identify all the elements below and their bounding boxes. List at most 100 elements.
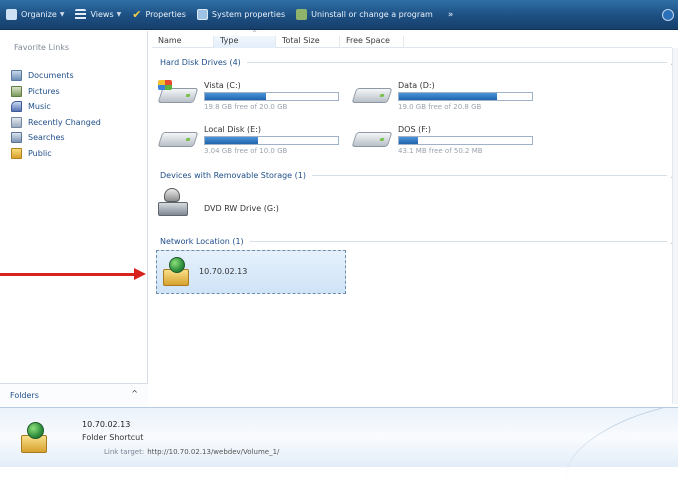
music-icon [11, 101, 22, 113]
arrow-head-icon [134, 268, 146, 280]
organize-button[interactable]: Organize ▼ [6, 9, 64, 20]
sidebar-item-label: Documents [28, 71, 74, 81]
link-target-label: Link target: [104, 448, 145, 456]
drive-free-space: 19.0 GB free of 20.8 GB [398, 103, 482, 111]
system-properties-label: System properties [211, 10, 286, 19]
organize-icon [6, 9, 17, 20]
globe-icon [27, 422, 44, 439]
folders-label: Folders [10, 391, 39, 400]
documents-icon [11, 70, 22, 82]
column-headers: Name Type Total Size Free Space ^ [152, 30, 672, 48]
more-commands-button[interactable]: » [448, 10, 454, 20]
sidebar-item-recently-changed[interactable]: Recently Changed [11, 115, 101, 131]
chevron-down-icon: ▼ [116, 11, 122, 18]
hard-drive-icon [157, 132, 199, 147]
sidebar-item-label: Music [28, 102, 51, 112]
drive-usage-fill [399, 137, 418, 144]
drive-name: Data (D:) [398, 81, 435, 90]
drive-dvd-rw-g[interactable]: DVD RW Drive (G:) [158, 188, 318, 224]
group-title: Devices with Removable Storage (1) [160, 170, 306, 180]
sidebar-item-searches[interactable]: Searches [11, 130, 101, 146]
details-item-type: Folder Shortcut [82, 433, 144, 442]
network-location-item[interactable]: 10.70.02.13 [156, 250, 346, 294]
hard-drive-icon [157, 88, 199, 103]
network-folder-icon [21, 422, 49, 454]
chevron-up-icon: ^ [131, 389, 138, 398]
uninstall-label: Uninstall or change a program [311, 10, 433, 19]
network-folder-icon [163, 257, 191, 287]
uninstall-icon [296, 9, 308, 20]
sidebar-item-documents[interactable]: Documents [11, 68, 101, 84]
drive-usage-bar [204, 92, 339, 101]
group-title: Network Location (1) [160, 236, 244, 246]
views-label: Views [90, 10, 114, 19]
drive-free-space: 43.1 MB free of 50.2 MB [398, 147, 483, 155]
drive-body-icon [158, 202, 188, 216]
system-properties-button[interactable]: System properties [196, 9, 286, 20]
recently-changed-icon [11, 116, 22, 128]
sidebar-item-label: Searches [28, 133, 65, 143]
views-icon [75, 9, 87, 20]
drive-free-space: 19.8 GB free of 20.0 GB [204, 103, 288, 111]
column-header-type[interactable]: Type [214, 36, 276, 48]
windows-logo-icon [158, 80, 172, 90]
hard-drive-icon [351, 132, 393, 147]
drive-name: DVD RW Drive (G:) [204, 204, 279, 213]
group-removable-storage[interactable]: Devices with Removable Storage (1) ▲ [160, 169, 676, 181]
drive-usage-fill [399, 93, 498, 100]
disc-icon [164, 188, 180, 202]
help-icon[interactable] [662, 9, 674, 21]
network-location-name: 10.70.02.13 [199, 267, 248, 276]
drive-vista-c[interactable]: Vista (C:) 19.8 GB free of 20.0 GB [157, 80, 350, 114]
group-network-location[interactable]: Network Location (1) ▲ [160, 235, 676, 247]
column-header-total-size[interactable]: Total Size [276, 36, 340, 48]
group-title: Hard Disk Drives (4) [160, 57, 241, 67]
sidebar-item-label: Recently Changed [28, 117, 101, 127]
sidebar-item-pictures[interactable]: Pictures [11, 84, 101, 100]
vertical-scrollbar[interactable] [672, 48, 678, 404]
command-bar: Organize ▼ Views ▼ ✔ Properties System p… [0, 0, 678, 30]
drive-dos-f[interactable]: DOS (F:) 43.1 MB free of 50.2 MB [351, 124, 544, 158]
drive-usage-fill [205, 93, 267, 100]
drive-usage-fill [205, 137, 259, 144]
folders-toggle[interactable]: Folders ^ [0, 383, 148, 407]
public-icon [11, 147, 22, 159]
details-pane: 10.70.02.13 Folder Shortcut Link target:… [0, 407, 678, 480]
group-divider [311, 174, 668, 176]
globe-icon [169, 257, 185, 273]
uninstall-button[interactable]: Uninstall or change a program [296, 9, 433, 20]
link-target-value: http://10.70.02.13/webdev/Volume_1/ [147, 448, 280, 456]
drive-name: Local Disk (E:) [204, 125, 261, 134]
dvd-drive-icon [158, 188, 190, 220]
properties-label: Properties [145, 10, 186, 19]
pictures-icon [11, 85, 22, 97]
searches-icon [11, 132, 22, 144]
group-hard-disk-drives[interactable]: Hard Disk Drives (4) ▲ [160, 56, 676, 68]
sidebar-item-label: Public [28, 148, 52, 158]
column-header-name[interactable]: Name [152, 36, 214, 48]
drive-name: DOS (F:) [398, 125, 431, 134]
properties-button[interactable]: ✔ Properties [132, 8, 186, 21]
system-properties-icon [196, 9, 208, 20]
drive-data-d[interactable]: Data (D:) 19.0 GB free of 20.8 GB [351, 80, 544, 114]
sort-indicator-icon: ^ [252, 30, 258, 37]
chevron-down-icon: ▼ [59, 11, 65, 18]
drive-usage-bar [398, 92, 533, 101]
drive-local-disk-e[interactable]: Local Disk (E:) 3.04 GB free of 10.0 GB [157, 124, 350, 158]
red-arrow-annotation [0, 268, 148, 281]
column-header-free-space[interactable]: Free Space [340, 36, 404, 48]
details-link-target: Link target: http://10.70.02.13/webdev/Vo… [104, 448, 279, 456]
arrow-shaft [0, 273, 138, 276]
drive-name: Vista (C:) [204, 81, 241, 90]
organize-label: Organize [21, 10, 57, 19]
sidebar-item-music[interactable]: Music [11, 99, 101, 115]
group-divider [249, 240, 668, 242]
hard-drive-icon [351, 88, 393, 103]
drive-usage-bar [204, 136, 339, 145]
views-button[interactable]: Views ▼ [75, 9, 121, 20]
details-item-name: 10.70.02.13 [82, 420, 131, 429]
drive-usage-bar [398, 136, 533, 145]
sidebar-item-public[interactable]: Public [11, 146, 101, 162]
drive-free-space: 3.04 GB free of 10.0 GB [204, 147, 288, 155]
sidebar-item-label: Pictures [28, 86, 60, 96]
